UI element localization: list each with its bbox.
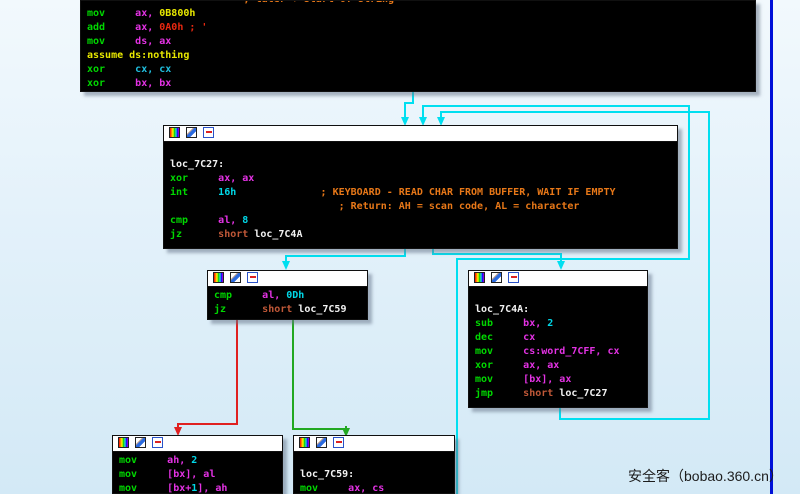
code-row[interactable]: assume ds:nothing [87, 49, 755, 63]
edge-true-branch-segment [292, 428, 347, 430]
basic-block-loc-7c4a[interactable]: loc_7C4A:sub bx, 2dec cxmov cs:word_7CFF… [468, 270, 648, 408]
code-row[interactable]: mov ah, 2 [119, 454, 282, 468]
edge-false-branch-segment [236, 320, 238, 425]
edge-loop2-segment [422, 105, 690, 107]
node-edit-comment-icon[interactable] [491, 272, 502, 283]
edge-jmp-loop-segment [440, 111, 710, 113]
edge-jmp-loop-segment [708, 111, 710, 420]
edge-to-cmp0dh-segment [285, 255, 406, 257]
code-row[interactable]: loc_7C4A: [475, 303, 647, 317]
code-row[interactable]: mov [bx], ax [475, 373, 647, 387]
code-row[interactable]: mov ds, ax [87, 35, 755, 49]
node-color-icon[interactable] [118, 437, 129, 448]
node-titlebar [469, 271, 647, 287]
code-row[interactable]: cmp al, 8 [170, 214, 677, 228]
frame-line [770, 0, 773, 494]
edge-loop2-segment [456, 258, 458, 494]
code-row[interactable]: mov [bx], al [119, 468, 282, 482]
code-row[interactable]: ; Return: AH = scan code, AL = character [170, 200, 677, 214]
watermark: 安全客（bobao.360.cn） [628, 466, 783, 486]
node-group-icon[interactable] [333, 437, 344, 448]
node-titlebar [164, 126, 677, 142]
node-edit-comment-icon[interactable] [186, 127, 197, 138]
code-row[interactable]: loc_7C59: [300, 468, 454, 482]
edge-false-branch-segment [177, 423, 238, 425]
node-color-icon[interactable] [299, 437, 310, 448]
code-row[interactable]: dec cx [475, 331, 647, 345]
code-row[interactable]: jmp short loc_7C27 [475, 387, 647, 401]
code-row[interactable]: jz short loc_7C59 [214, 303, 367, 317]
code-row[interactable]: mov ax, cs [300, 482, 454, 494]
node-group-icon[interactable] [247, 272, 258, 283]
code-row[interactable]: add ax, 0A0h ; ' [87, 21, 755, 35]
node-edit-comment-icon[interactable] [230, 272, 241, 283]
code-row[interactable] [170, 144, 677, 158]
node-edit-comment-icon[interactable] [316, 437, 327, 448]
node-edit-comment-icon[interactable] [135, 437, 146, 448]
node-group-icon[interactable] [203, 127, 214, 138]
code-row[interactable]: int 16h ; KEYBOARD - READ CHAR FROM BUFF… [170, 186, 677, 200]
node-titlebar [294, 436, 454, 452]
code-row[interactable]: jz short loc_7C4A [170, 228, 677, 242]
code-row[interactable]: mov [bx+1], ah [119, 482, 282, 494]
basic-block-loc-7c59[interactable]: loc_7C59:mov ax, cs [293, 435, 455, 494]
edge-jmp-loop-segment [559, 418, 710, 420]
code-row[interactable]: mov cs:word_7CFF, cx [475, 345, 647, 359]
node-color-icon[interactable] [474, 272, 485, 283]
edge-to-7c4a-segment [432, 253, 562, 255]
edge-loop2-segment [688, 105, 690, 260]
node-color-icon[interactable] [213, 272, 224, 283]
node-titlebar [113, 436, 282, 452]
node-group-icon[interactable] [508, 272, 519, 283]
code-row[interactable]: xor ax, ax [170, 172, 677, 186]
code-row[interactable]: cmp al, 0Dh [214, 289, 367, 303]
code-row[interactable]: loc_7C27: [170, 158, 677, 172]
edge-to-7c4a-arrow [557, 261, 565, 270]
node-group-icon[interactable] [152, 437, 163, 448]
code-row[interactable] [300, 454, 454, 468]
basic-block-cmp-0dh[interactable]: cmp al, 0Dhjz short loc_7C59 [207, 270, 368, 320]
code-row[interactable]: xor cx, cx [87, 63, 755, 77]
code-row[interactable]: mov ax, 0B800h [87, 7, 755, 21]
edge-true-branch-segment [292, 320, 294, 430]
code-row[interactable]: ; later + start of string [87, 0, 755, 7]
node-titlebar [208, 271, 367, 287]
basic-block-entry[interactable]: ; later + start of stringmov ax, 0B800ha… [80, 0, 756, 92]
code-row[interactable]: xor bx, bx [87, 77, 755, 91]
code-row[interactable]: sub bx, 2 [475, 317, 647, 331]
basic-block-bottom-left[interactable]: mov ah, 2mov [bx], almov [bx+1], ah [112, 435, 283, 494]
node-color-icon[interactable] [169, 127, 180, 138]
basic-block-loc-7c27[interactable]: loc_7C27:xor ax, axint 16h ; KEYBOARD - … [163, 125, 678, 249]
edge-loop2-segment [456, 258, 690, 260]
edge-to-cmp0dh-arrow [282, 261, 290, 270]
code-row[interactable]: xor ax, ax [475, 359, 647, 373]
edge-entry-segment [404, 102, 406, 118]
code-row[interactable] [475, 289, 647, 303]
